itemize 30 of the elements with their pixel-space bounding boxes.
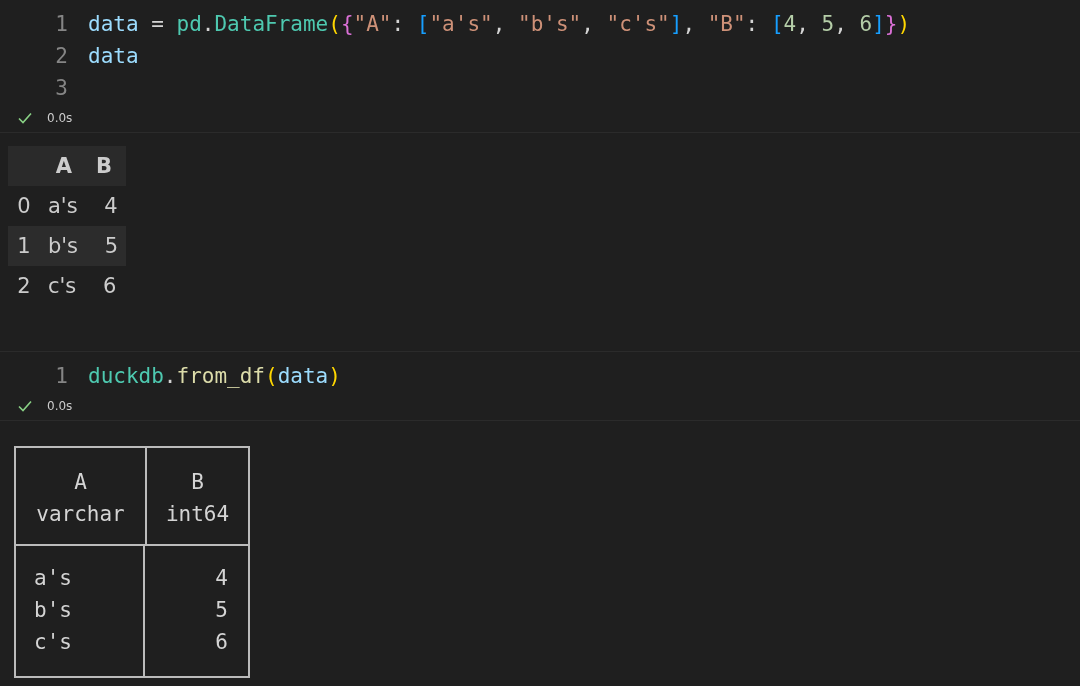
row-index: 2: [16, 273, 32, 300]
line-number: 1: [54, 12, 68, 36]
row-index: 1: [8, 226, 40, 266]
column-header: B: [191, 469, 204, 496]
column-type: int64: [165, 501, 230, 528]
table-cell: b's: [40, 226, 87, 266]
code-line: duckdb.from_df(data): [88, 364, 341, 388]
table-cell-text: b's: [34, 597, 72, 624]
line-number: 1: [54, 364, 68, 388]
table-cell-text: 5: [215, 597, 228, 624]
table-cell-text: 4: [215, 565, 228, 592]
column-header: A: [74, 469, 87, 496]
table-cell-text: 6: [101, 273, 118, 300]
row-index: 0: [16, 193, 32, 220]
column-header: A: [54, 153, 73, 180]
table-cell-text: a's: [34, 565, 72, 592]
line-number: 3: [54, 76, 68, 100]
code-line: data = pd.DataFrame({"A": ["a's", "b's", "c's"], "B": [4, 5, 6]}): [88, 12, 911, 36]
line-number: 2: [54, 44, 68, 68]
execution-time: 0.0s: [47, 399, 73, 413]
table-cell-text: c's: [34, 629, 72, 656]
table-cell-text: 6: [215, 629, 228, 656]
table-cell: 5: [86, 226, 127, 266]
table-cell-text: c's: [47, 273, 78, 300]
table-cell-text: 4: [103, 193, 119, 220]
column-type: varchar: [36, 501, 125, 528]
code-line: data: [88, 44, 139, 68]
execution-time: 0.0s: [47, 111, 73, 125]
table-cell-text: a's: [47, 193, 79, 220]
column-header: B: [95, 153, 113, 180]
